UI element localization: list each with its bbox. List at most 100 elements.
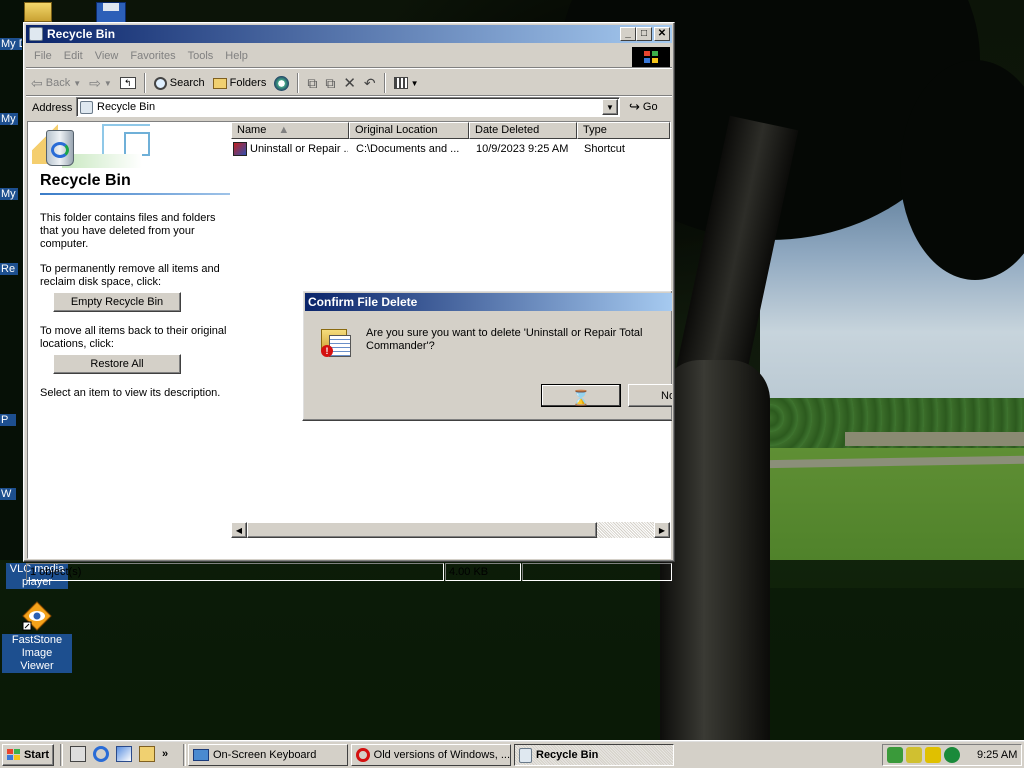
desktop-icon-label[interactable]: My	[0, 113, 18, 125]
clock[interactable]: 9:25 AM	[977, 749, 1017, 761]
column-header-date-deleted[interactable]: Date Deleted	[469, 122, 577, 139]
delete-button[interactable]: ✕	[340, 72, 359, 94]
chevron-down-icon: ▼	[103, 78, 112, 88]
show-desktop-icon[interactable]	[70, 746, 86, 762]
menu-view[interactable]: View	[89, 50, 125, 62]
menu-tools[interactable]: Tools	[182, 50, 220, 62]
restore-all-button[interactable]: Restore All	[53, 354, 181, 374]
recycle-bin-large-icon	[32, 124, 152, 168]
delete-icon: ✕	[343, 75, 356, 92]
search-button[interactable]: Search	[151, 72, 208, 94]
desktop-icon-faststone[interactable]: FastStone Image Viewer	[2, 600, 72, 673]
update-icon[interactable]	[944, 747, 960, 763]
faststone-icon	[21, 600, 53, 632]
desktop-icon-label[interactable]: Re	[0, 263, 18, 275]
column-header-name[interactable]: Name ▲	[231, 122, 349, 139]
copy-to-button[interactable]: ⧉	[322, 72, 338, 94]
menu-help[interactable]: Help	[219, 50, 254, 62]
undo-icon: ↶	[363, 74, 376, 91]
row-name: Uninstall or Repair ...	[250, 143, 348, 155]
outlook-express-icon[interactable]	[116, 746, 132, 762]
up-folder-button[interactable]: ↰	[117, 72, 139, 94]
folder-icon[interactable]	[24, 2, 52, 22]
system-tray: 9:25 AM	[882, 744, 1022, 766]
task-opera-browser[interactable]: Old versions of Windows, ...	[351, 744, 511, 766]
views-button[interactable]: ▼	[391, 72, 422, 94]
opera-icon	[356, 748, 370, 762]
desktop-icon-label[interactable]: My	[0, 188, 18, 200]
dialog-title-bar[interactable]: Confirm File Delete	[305, 293, 672, 311]
views-icon	[393, 77, 408, 89]
window-title-bar[interactable]: Recycle Bin _ □ ✕	[26, 25, 672, 43]
panel-description: This folder contains files and folders t…	[40, 212, 216, 250]
address-dropdown-button[interactable]: ▼	[602, 99, 618, 115]
move-to-icon: ⧉	[307, 74, 318, 91]
row-date: 10/9/2023 9:25 AM	[476, 143, 569, 155]
start-button[interactable]: Start	[2, 744, 54, 766]
forward-arrow-icon: ⇨	[89, 74, 101, 91]
webview-panel: Recycle Bin This folder contains files a…	[28, 122, 231, 558]
menu-favorites[interactable]: Favorites	[124, 50, 181, 62]
row-location: C:\Documents and ...	[356, 143, 460, 155]
hourglass-cursor-icon: ⌛	[571, 390, 591, 407]
status-size: 4.00 KB	[445, 563, 521, 581]
internet-explorer-icon[interactable]	[93, 746, 109, 762]
yes-button[interactable]: ⌛	[541, 384, 621, 407]
confirm-delete-dialog[interactable]: Confirm File Delete ! Are you sure you w…	[302, 290, 672, 421]
menu-bar: File Edit View Favorites Tools Help	[28, 47, 254, 65]
antivirus-icon[interactable]	[906, 747, 922, 763]
table-row[interactable]: Uninstall or Repair ... C:\Documents and…	[231, 141, 670, 157]
floppy-icon[interactable]	[96, 2, 126, 24]
keyboard-icon	[193, 749, 209, 761]
network-icon[interactable]	[887, 747, 903, 763]
panel-heading: Recycle Bin	[40, 172, 131, 189]
remove-instructions: To permanently remove all items and recl…	[40, 263, 220, 288]
folders-icon	[212, 77, 227, 89]
menu-edit[interactable]: Edit	[58, 50, 89, 62]
recycle-bin-small-icon	[80, 100, 93, 114]
quick-launch: »	[70, 746, 168, 762]
media-icon[interactable]	[139, 746, 155, 762]
row-type: Shortcut	[584, 143, 625, 155]
wallpaper-shadow	[0, 560, 1024, 740]
forward-button[interactable]: ⇨ ▼	[86, 72, 115, 94]
minimize-button[interactable]: _	[620, 27, 636, 41]
windows-logo-icon	[6, 749, 20, 760]
back-button[interactable]: ⇦ Back ▼	[28, 72, 84, 94]
scroll-thumb[interactable]	[247, 522, 597, 538]
column-header-type[interactable]: Type	[577, 122, 670, 139]
address-label: Address	[32, 102, 73, 114]
go-button[interactable]: ↪ Go	[626, 97, 661, 117]
task-recycle-bin[interactable]: Recycle Bin	[514, 744, 674, 766]
wallpaper-trunk	[660, 360, 770, 740]
scroll-left-button[interactable]: ◀	[231, 522, 247, 538]
shortcut-icon	[233, 142, 247, 156]
dialog-title: Confirm File Delete	[308, 295, 418, 309]
horizontal-scrollbar[interactable]: ◀ ▶	[231, 522, 670, 538]
windows-logo-icon	[632, 47, 670, 67]
no-button[interactable]: No	[628, 384, 672, 407]
address-input[interactable]: Recycle Bin ▼	[76, 97, 620, 117]
task-on-screen-keyboard[interactable]: On-Screen Keyboard	[188, 744, 348, 766]
scroll-right-button[interactable]: ▶	[654, 522, 670, 538]
move-to-button[interactable]: ⧉	[304, 72, 320, 94]
maximize-button[interactable]: □	[636, 27, 652, 41]
undo-button[interactable]: ↶	[361, 72, 379, 94]
desktop-icon-label[interactable]: My D	[0, 38, 22, 50]
recycle-bin-small-icon	[519, 747, 532, 763]
close-button[interactable]: ✕	[654, 27, 670, 41]
folders-button[interactable]: Folders	[210, 72, 270, 94]
select-hint: Select an item to view its description.	[40, 387, 221, 399]
chevron-down-icon: ▼	[410, 78, 419, 88]
chevron-more-icon[interactable]: »	[162, 748, 168, 760]
power-icon[interactable]	[925, 747, 941, 763]
desktop-icon-label[interactable]: W	[0, 488, 16, 500]
desktop-icon-label[interactable]: P	[0, 414, 16, 426]
column-header-original-location[interactable]: Original Location	[349, 122, 469, 139]
status-zone	[522, 563, 672, 581]
dialog-message: Are you sure you want to delete 'Uninsta…	[366, 327, 643, 352]
empty-recycle-bin-button[interactable]: Empty Recycle Bin	[53, 292, 181, 312]
wallpaper-wall	[845, 432, 1024, 446]
history-button[interactable]	[271, 72, 292, 94]
menu-file[interactable]: File	[28, 50, 58, 62]
